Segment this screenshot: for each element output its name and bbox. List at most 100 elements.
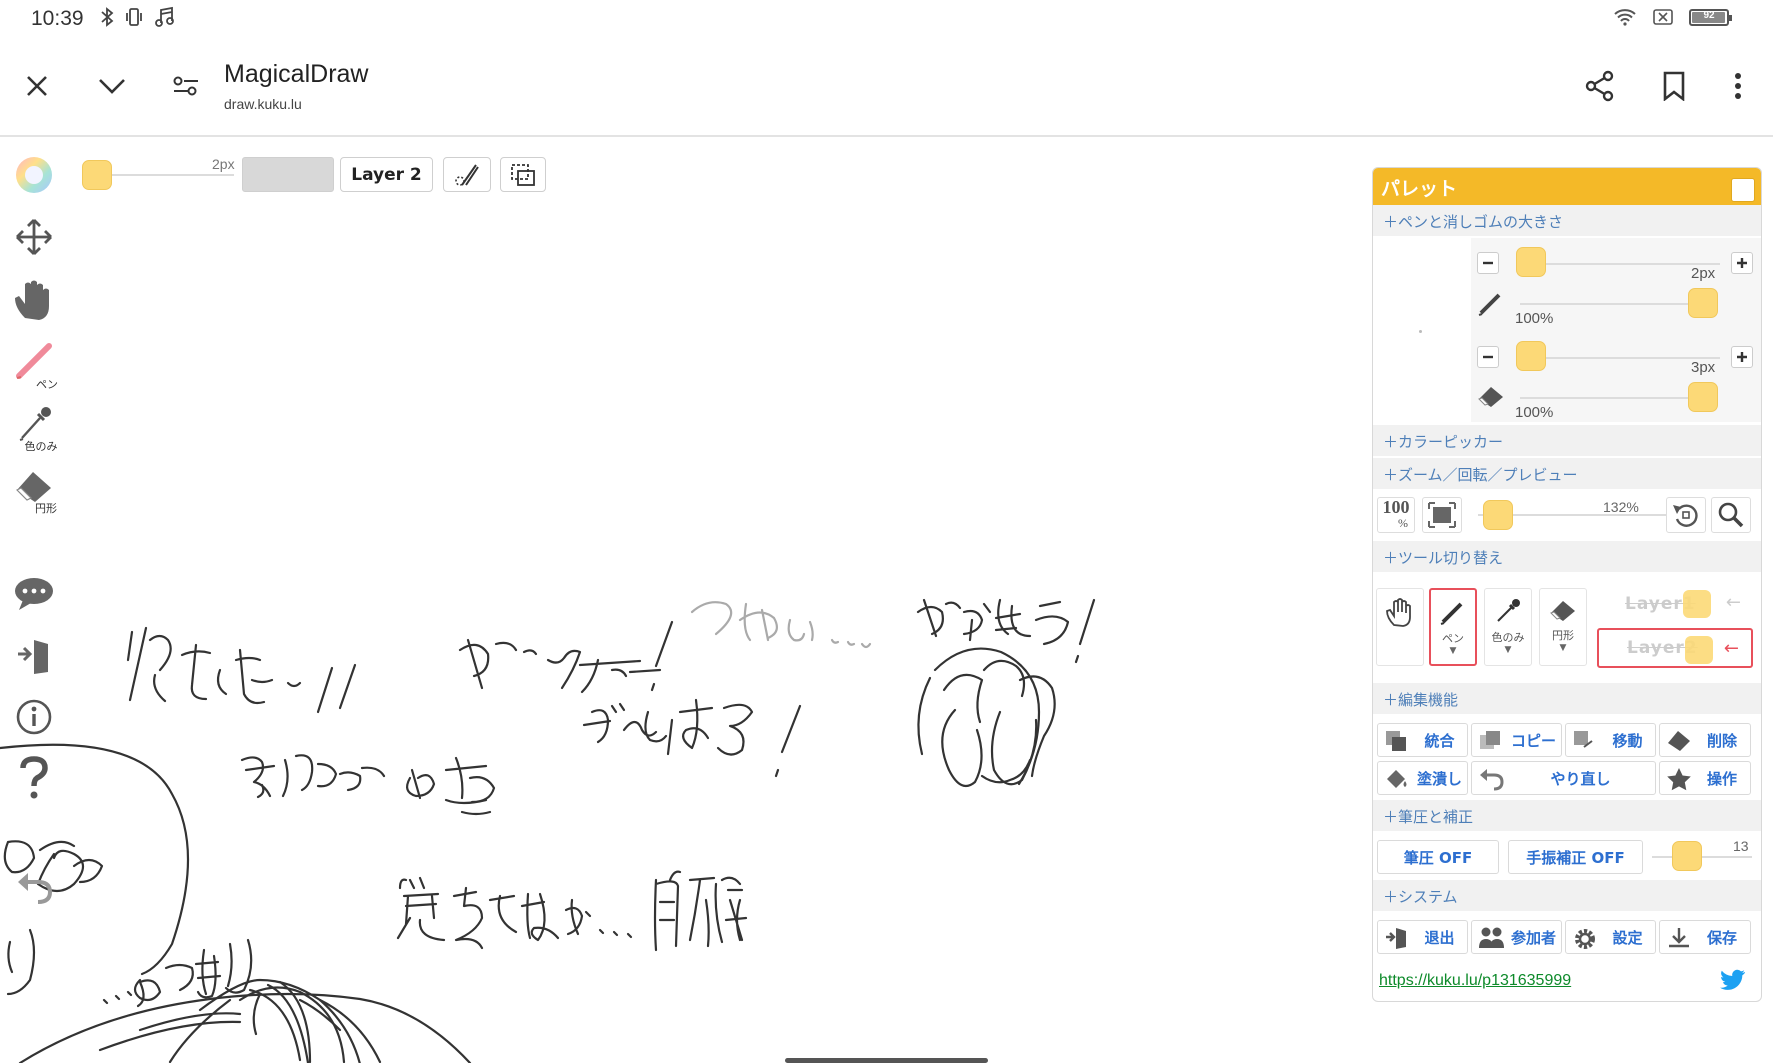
eraser-opacity-track[interactable] — [1520, 397, 1700, 399]
help-icon — [20, 756, 48, 799]
brush-preview-area — [1373, 238, 1469, 422]
dropdown-triangle-icon: ▼ — [1449, 646, 1457, 656]
redo-label: やり直し — [1550, 769, 1611, 788]
undo-button[interactable] — [8, 868, 60, 904]
brush-size-slider-track[interactable] — [112, 174, 234, 176]
hand-tool-button[interactable] — [8, 278, 60, 322]
dropper-tool-button[interactable]: 色のみ — [8, 404, 60, 454]
drawing-canvas[interactable] — [0, 139, 1370, 1063]
no-sim-icon — [1653, 9, 1673, 25]
redo-button[interactable]: やり直し — [1471, 761, 1656, 795]
section-pressure-correction[interactable]: ＋筆圧と補正 — [1373, 800, 1761, 831]
preview-button[interactable] — [1711, 497, 1751, 533]
eraser-opacity-knob[interactable] — [1688, 382, 1718, 412]
palette-hand-tool[interactable] — [1376, 588, 1424, 666]
palette-eraser-tool[interactable]: 円形 ▼ — [1539, 588, 1587, 666]
plus-icon — [1737, 258, 1747, 268]
home-indicator[interactable] — [785, 1058, 988, 1063]
handwritten-sketch-drawing — [0, 598, 1096, 1063]
help-button[interactable] — [8, 756, 60, 800]
participants-button[interactable]: 参加者 — [1471, 920, 1562, 954]
battery-level: 92 — [1703, 9, 1715, 21]
current-color-swatch[interactable] — [242, 157, 334, 192]
stabilizer-toggle-button[interactable]: 手振補正 OFF — [1508, 840, 1643, 874]
people-icon — [1479, 927, 1504, 948]
move-tool-button[interactable] — [8, 216, 60, 258]
palette-title: パレット — [1381, 178, 1458, 200]
eraser-size-minus-button[interactable] — [1477, 346, 1499, 368]
operation-button[interactable]: 操作 — [1659, 761, 1751, 795]
palette-pen-tool[interactable]: ペン ▼ — [1429, 588, 1477, 666]
wifi-icon — [1614, 9, 1636, 26]
section-system[interactable]: ＋システム — [1373, 880, 1761, 911]
twitter-icon[interactable] — [1720, 969, 1746, 991]
delete-button[interactable]: 削除 — [1659, 723, 1751, 757]
layer-select-button[interactable]: Layer 2 — [340, 157, 433, 192]
more-menu-button[interactable] — [1714, 62, 1762, 110]
color-wheel-button[interactable] — [8, 155, 60, 195]
page-settings-button[interactable] — [162, 62, 210, 110]
pen-size-knob[interactable] — [1516, 247, 1546, 277]
close-button[interactable] — [13, 62, 61, 110]
brush-preview-dot — [1419, 330, 1422, 333]
room-share-link[interactable]: https://kuku.lu/p131635999 — [1379, 972, 1571, 990]
zoom-reset-button[interactable]: 100 % — [1377, 497, 1415, 533]
brush-size-slider-knob[interactable] — [82, 160, 112, 190]
bookmark-button[interactable] — [1650, 62, 1698, 110]
eraser-tool-button[interactable]: 円形 — [8, 466, 60, 516]
bookmark-icon — [1663, 71, 1685, 101]
merge-button[interactable]: 統合 — [1377, 723, 1468, 757]
layer-1-row[interactable]: Layer1 ← — [1597, 584, 1753, 624]
eraser-icon — [15, 472, 51, 502]
hand-icon — [1386, 598, 1411, 627]
layer-1-opacity-knob[interactable] — [1683, 590, 1711, 618]
color-wheel-icon — [16, 157, 52, 193]
transform-select-icon — [511, 163, 535, 186]
section-zoom-rotate-preview[interactable]: ＋ズーム／回転／プレビュー — [1373, 458, 1761, 489]
layer-2-opacity-knob[interactable] — [1685, 636, 1713, 664]
fit-screen-icon — [1428, 502, 1456, 528]
rotate-reset-button[interactable] — [1666, 497, 1706, 533]
section-color-picker[interactable]: ＋カラーピッカー — [1373, 425, 1761, 456]
layer-2-row[interactable]: Layer2 ← — [1597, 628, 1753, 668]
info-button[interactable] — [8, 698, 60, 736]
section-tool-switch[interactable]: ＋ツール切り替え — [1373, 541, 1761, 572]
section-edit-functions[interactable]: ＋編集機能 — [1373, 683, 1761, 714]
share-button[interactable] — [1576, 62, 1624, 110]
palette-collapse-checkbox[interactable] — [1731, 178, 1755, 202]
chevron-down-icon — [99, 79, 125, 94]
fill-button[interactable]: 塗潰し — [1377, 761, 1468, 795]
copy-button[interactable]: コピー — [1471, 723, 1562, 757]
pen-opacity-track[interactable] — [1520, 303, 1700, 305]
pen-size-minus-button[interactable] — [1477, 252, 1499, 274]
palette-dropper-tool[interactable]: 色のみ ▼ — [1484, 588, 1532, 666]
zoom-slider-knob[interactable] — [1483, 500, 1513, 530]
exit-room-button[interactable] — [8, 636, 60, 676]
stabilizer-slider-track[interactable] — [1652, 856, 1752, 858]
magnifier-icon — [1718, 502, 1744, 528]
palette-eraser-label: 円形 — [1552, 629, 1574, 642]
selection-tool-button[interactable] — [500, 157, 546, 192]
pen-size-plus-button[interactable] — [1731, 252, 1753, 274]
plus-icon — [1737, 352, 1747, 362]
fit-screen-button[interactable] — [1422, 497, 1462, 533]
minimize-button[interactable] — [88, 62, 136, 110]
eraser-size-knob[interactable] — [1516, 341, 1546, 371]
download-icon — [1669, 928, 1689, 948]
pen-opacity-knob[interactable] — [1688, 288, 1718, 318]
save-button[interactable]: 保存 — [1659, 920, 1751, 954]
stabilizer-slider-knob[interactable] — [1672, 841, 1702, 871]
tool-options-button[interactable] — [443, 157, 491, 192]
chat-button[interactable] — [8, 576, 60, 612]
pressure-toggle-button[interactable]: 筆圧 OFF — [1377, 840, 1499, 874]
pen-tool-button[interactable]: ペン — [8, 340, 60, 392]
eraser-size-plus-button[interactable] — [1731, 346, 1753, 368]
move-layer-icon — [1574, 731, 1593, 748]
dropdown-triangle-icon: ▼ — [1504, 645, 1512, 655]
section-pen-eraser-size[interactable]: ＋ペンと消しゴムの大きさ — [1373, 205, 1761, 236]
move-layer-button[interactable]: 移動 — [1565, 723, 1656, 757]
arrow-left-icon: ← — [1723, 638, 1739, 659]
settings-button[interactable]: 設定 — [1565, 920, 1656, 954]
exit-button[interactable]: 退出 — [1377, 920, 1468, 954]
dropper-icon — [1497, 599, 1520, 622]
